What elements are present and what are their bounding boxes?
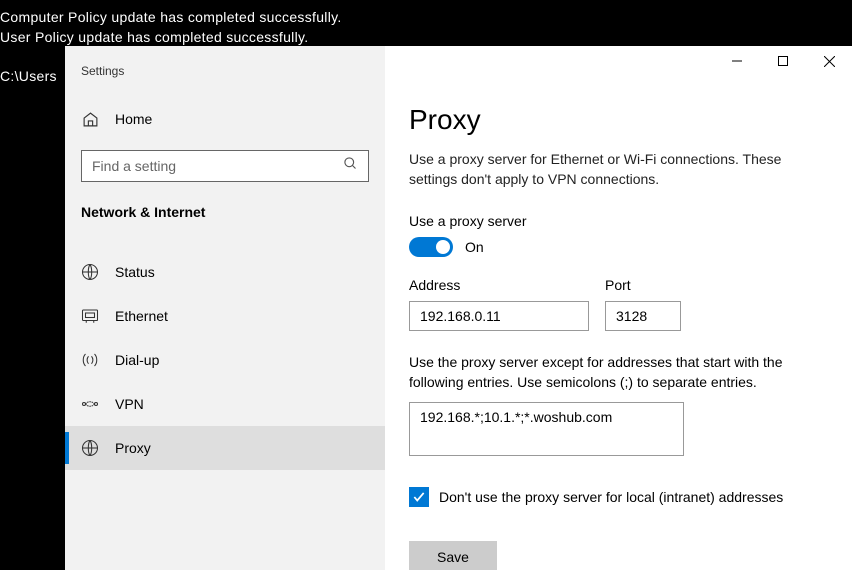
search-icon	[343, 156, 358, 176]
status-icon	[81, 263, 99, 281]
maximize-button[interactable]	[760, 46, 806, 76]
window-title: Settings	[65, 64, 385, 78]
nav-label: Dial-up	[115, 352, 159, 368]
settings-window: Settings Home Network & Internet Status	[65, 46, 852, 570]
address-input[interactable]	[409, 301, 589, 331]
close-button[interactable]	[806, 46, 852, 76]
intro-text: Use a proxy server for Ethernet or Wi-Fi…	[409, 150, 828, 189]
nav-vpn[interactable]: VPN	[65, 382, 385, 426]
home-icon	[81, 110, 99, 128]
address-label: Address	[409, 277, 589, 293]
exception-input[interactable]	[409, 402, 684, 456]
toggle-row: On	[409, 237, 828, 257]
use-proxy-label: Use a proxy server	[409, 213, 828, 229]
nav-label: Status	[115, 264, 155, 280]
save-button[interactable]: Save	[409, 541, 497, 570]
nav-ethernet[interactable]: Ethernet	[65, 294, 385, 338]
nav-label: Ethernet	[115, 308, 168, 324]
terminal-line: User Policy update has completed success…	[0, 28, 852, 48]
toggle-state: On	[465, 239, 484, 255]
sidebar: Settings Home Network & Internet Status	[65, 46, 385, 570]
window-controls	[714, 46, 852, 76]
ethernet-icon	[81, 307, 99, 325]
section-header: Network & Internet	[65, 204, 385, 220]
home-label: Home	[115, 111, 152, 127]
local-checkbox[interactable]	[409, 487, 429, 507]
minimize-button[interactable]	[714, 46, 760, 76]
port-input[interactable]	[605, 301, 681, 331]
local-checkbox-label: Don't use the proxy server for local (in…	[439, 489, 783, 505]
nav-proxy[interactable]: Proxy	[65, 426, 385, 470]
search-box[interactable]	[81, 150, 369, 182]
proxy-toggle[interactable]	[409, 237, 453, 257]
home-nav[interactable]: Home	[65, 110, 385, 128]
dialup-icon	[81, 351, 99, 369]
local-checkbox-row: Don't use the proxy server for local (in…	[409, 487, 828, 507]
content-panel: Proxy Use a proxy server for Ethernet or…	[385, 46, 852, 570]
exception-label: Use the proxy server except for addresse…	[409, 353, 828, 392]
nav-label: Proxy	[115, 440, 151, 456]
nav-label: VPN	[115, 396, 144, 412]
port-label: Port	[605, 277, 681, 293]
nav-items: Status Ethernet Dial-up VPN	[65, 250, 385, 470]
search-input[interactable]	[92, 158, 343, 174]
proxy-icon	[81, 439, 99, 457]
page-title: Proxy	[409, 104, 828, 136]
vpn-icon	[81, 395, 99, 413]
terminal-line: Computer Policy update has completed suc…	[0, 8, 852, 28]
nav-dialup[interactable]: Dial-up	[65, 338, 385, 382]
address-port-row: Address Port	[409, 277, 828, 331]
nav-status[interactable]: Status	[65, 250, 385, 294]
